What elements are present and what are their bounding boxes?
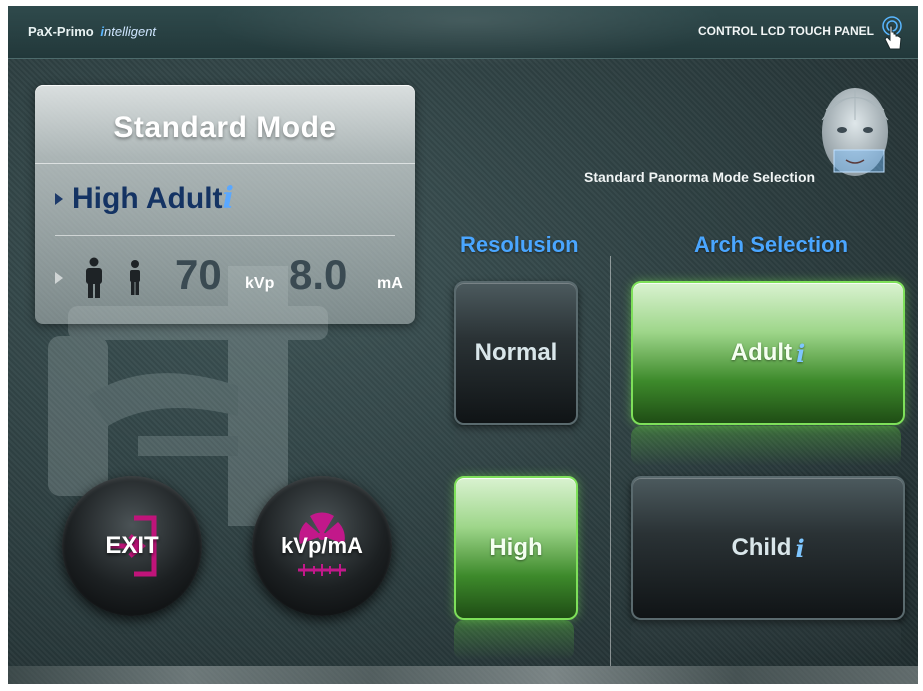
resolution-normal-button[interactable]: Normal — [454, 281, 578, 425]
adult-info-i-icon: i — [796, 338, 806, 368]
control-screen: PaX-Primo intelligent CONTROL LCD TOUCH … — [8, 6, 918, 684]
exit-label: EXIT — [105, 532, 159, 559]
info-i-icon: i — [222, 181, 234, 216]
kvp-value: 70 — [175, 251, 222, 298]
resolution-high-label: High — [489, 534, 543, 561]
submode-label: High Adulti — [72, 181, 234, 216]
kvp-ma-label: kVp/mA — [281, 533, 363, 558]
ma-value: 8.0 — [289, 251, 348, 298]
brand-suffix: ntelligent — [104, 24, 157, 39]
arch-child-button[interactable]: Child i — [631, 476, 905, 620]
submode-text: High Adult — [72, 182, 223, 215]
child-reflection — [631, 620, 901, 660]
touch-finger-icon — [882, 16, 902, 50]
ma-unit: mA — [377, 275, 403, 292]
card-divider-2 — [55, 235, 395, 236]
arch-heading: Arch Selection — [694, 232, 849, 257]
exit-button[interactable]: EXIT — [62, 476, 202, 616]
child-info-i-icon: i — [795, 533, 805, 563]
resolution-high-button[interactable]: High — [454, 476, 578, 620]
mode-title: Standard Mode — [113, 111, 337, 144]
child-figure-icon — [130, 260, 140, 295]
brand-intelligent: intelligent — [100, 24, 156, 39]
resolution-normal-label: Normal — [474, 339, 558, 366]
patient-face-icon — [821, 88, 889, 176]
panel-title: CONTROL LCD TOUCH PANEL — [698, 24, 874, 38]
card-divider — [35, 163, 415, 164]
mode-selection-label: Standard Panorma Mode Selection — [584, 169, 816, 185]
normal-reflection — [454, 426, 574, 466]
resolution-heading: Resolusion — [460, 232, 579, 257]
brand-logo: PaX-Primo intelligent — [28, 24, 156, 39]
submode-arrow-icon — [55, 193, 63, 205]
header-swoosh — [208, 6, 728, 66]
arch-child-label: Child — [731, 534, 792, 561]
mode-info-card: Standard Mode High Adulti 70 kVp 8.0 mA — [35, 85, 415, 324]
kvp-unit: kVp — [245, 275, 275, 292]
section-divider — [610, 256, 611, 666]
brand-name: PaX-Primo — [28, 24, 94, 39]
adult-figure-icon — [86, 257, 102, 298]
adult-reflection — [631, 426, 901, 466]
arch-adult-label: Adult — [730, 339, 793, 366]
kvp-ma-button[interactable]: kVp/mA — [252, 476, 392, 616]
high-reflection — [454, 620, 574, 660]
bottom-strip — [8, 666, 918, 684]
arch-adult-button[interactable]: Adult i — [631, 281, 905, 425]
top-bar: PaX-Primo intelligent CONTROL LCD TOUCH … — [8, 6, 918, 66]
params-arrow-icon — [55, 272, 63, 284]
